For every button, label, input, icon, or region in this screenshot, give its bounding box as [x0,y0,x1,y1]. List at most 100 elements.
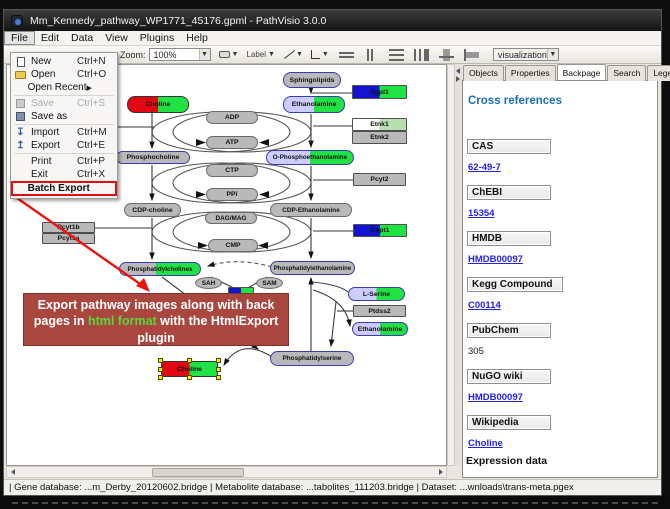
align-center-vertical-button[interactable] [339,49,354,61]
node-phosphocholine[interactable]: Phosphocholine [116,151,190,164]
link-nugo[interactable]: HMDB00097 [468,392,523,403]
export-icon: ↥ [16,141,24,151]
menu-item-new[interactable]: NewCtrl+N [11,55,117,68]
scrollbar-thumb[interactable] [152,468,244,477]
node-phosphatidylserine[interactable]: Phosphatidylserine [270,351,354,366]
selection-handle[interactable] [216,375,221,380]
menu-item-import[interactable]: ↧ImportCtrl+M [11,126,117,139]
distribute-horizontal-button[interactable] [414,49,429,61]
connector-tool[interactable]: ▼ [311,48,329,62]
tab-search[interactable]: Search [607,65,646,81]
node-atp[interactable]: ATP [206,136,258,149]
tab-legend[interactable]: Legend [647,65,670,81]
line-tool[interactable]: ▼ [283,48,303,62]
gene-datanode-tool[interactable]: ▼ [219,48,239,62]
scroll-right-icon[interactable] [435,467,446,477]
link-kegg[interactable]: C00114 [468,300,501,311]
node-sphingolipids[interactable]: Sphingolipids [283,72,341,88]
open-folder-icon [15,71,26,79]
node-choline-top[interactable]: Choline [127,96,189,113]
node-ppi[interactable]: PPi [206,188,258,201]
node-pcyt1b[interactable]: Pcyt1b [42,222,95,233]
menu-item-exit[interactable]: ExitCtrl+X [11,168,117,181]
section-header-cas: CAS [467,139,551,154]
menu-edit[interactable]: Edit [35,31,65,45]
chevron-down-icon[interactable]: ▼ [268,51,275,58]
node-sgpl1[interactable]: Sgpl1 [352,85,407,99]
selection-handle[interactable] [216,367,221,372]
selection-handle[interactable] [158,358,163,363]
node-phosphatidylcholines[interactable]: Phosphatidylcholines [119,262,201,276]
tab-backpage[interactable]: Backpage [557,64,607,80]
zoom-combobox[interactable]: 100% ▼ [149,48,211,61]
distribute-vertical-button[interactable] [389,49,404,61]
line-icon [283,49,294,60]
node-adp[interactable]: ADP [206,111,258,124]
node-phosphatidylethanolamine[interactable]: Phosphatidylethanolamine [270,261,355,275]
link-wikipedia[interactable]: Choline [468,438,503,449]
node-l-serine[interactable]: L-Serine [348,287,405,301]
node-sah[interactable]: SAH [195,277,222,289]
link-cas[interactable]: 62-49-7 [468,162,501,173]
node-o-phosphoethanolamine[interactable]: O-Phosphoethanolamine [266,150,354,165]
chevron-down-icon[interactable]: ▼ [232,51,239,58]
section-header-chebi: ChEBI [467,185,551,200]
node-ptdss2[interactable]: Ptdss2 [353,305,406,317]
node-pcyt1a[interactable]: Pcyt1a [42,233,95,244]
menu-separator [14,124,114,125]
selection-handle[interactable] [187,358,192,363]
splitter-collapse-control[interactable] [456,68,461,84]
menu-help[interactable]: Help [180,31,214,45]
chevron-down-icon[interactable]: ▼ [296,51,303,58]
align-center-horizontal-button[interactable] [364,49,379,61]
node-choline-selected[interactable]: Choline [161,361,218,377]
node-sam[interactable]: SAM [256,277,283,289]
visualization-value: visualization [498,50,547,60]
visualization-combobox[interactable]: visualization ▼ [493,48,559,61]
node-cdp-ethanolamine[interactable]: CDP-Ethanolamine [270,203,352,217]
chevron-down-icon[interactable]: ▼ [547,49,558,60]
align-left-button[interactable] [464,49,479,61]
node-cdp-choline[interactable]: CDP-choline [124,203,181,217]
selection-handle[interactable] [158,375,163,380]
menu-item-save[interactable]: SaveCtrl+S [11,97,117,110]
tab-properties[interactable]: Properties [505,65,556,81]
node-etnk2[interactable]: Etnk2 [352,131,407,144]
horizontal-scrollbar[interactable] [6,466,447,478]
scroll-left-icon[interactable] [7,467,18,477]
menu-separator [14,95,114,96]
chevron-down-icon[interactable]: ▼ [322,51,329,58]
selection-handle[interactable] [158,367,163,372]
menu-item-save-as[interactable]: Save as [11,110,117,123]
menu-item-export[interactable]: ↥ExportCtrl+E [11,139,117,152]
menu-item-print[interactable]: PrintCtrl+P [11,155,117,168]
node-ethanolamine-top[interactable]: Ethanolamine [283,96,345,113]
node-etnk1[interactable]: Etnk1 [352,118,407,131]
selection-handle[interactable] [216,358,221,363]
menu-data[interactable]: Data [65,31,99,45]
panel-splitter[interactable] [455,64,462,466]
menu-item-batch-export[interactable]: Batch Export [11,181,117,196]
selection-handle[interactable] [187,375,192,380]
tab-objects[interactable]: Objects [463,65,504,81]
menu-item-open[interactable]: OpenCtrl+O [11,68,117,81]
link-chebi[interactable]: 15354 [468,208,494,219]
node-cept1[interactable]: Cept1 [353,224,407,237]
collapse-left-icon [456,68,460,74]
chevron-down-icon[interactable]: ▼ [199,49,210,60]
vertical-scrollbar[interactable] [447,64,455,466]
menu-file[interactable]: File [4,31,35,45]
node-cmp[interactable]: CMP [208,239,258,252]
node-pcyt2[interactable]: Pcyt2 [353,173,406,186]
align-bottom-button[interactable] [439,49,454,61]
node-ctp[interactable]: CTP [206,164,258,177]
submenu-arrow-icon: ▶ [87,84,114,92]
node-dag-mag[interactable]: DAG/MAG [205,212,257,224]
link-hmdb[interactable]: HMDB00097 [468,254,523,265]
title-bar[interactable]: Mm_Kennedy_pathway_WP1771_45176.gpml - P… [4,10,661,31]
menu-view[interactable]: View [99,31,134,45]
node-ethanolamine-bottom[interactable]: Ethanolamine [352,322,408,336]
label-tool[interactable]: Label▼ [246,48,275,62]
menu-plugins[interactable]: Plugins [134,31,180,45]
menu-item-open-recent[interactable]: Open Recent▶ [11,81,117,94]
